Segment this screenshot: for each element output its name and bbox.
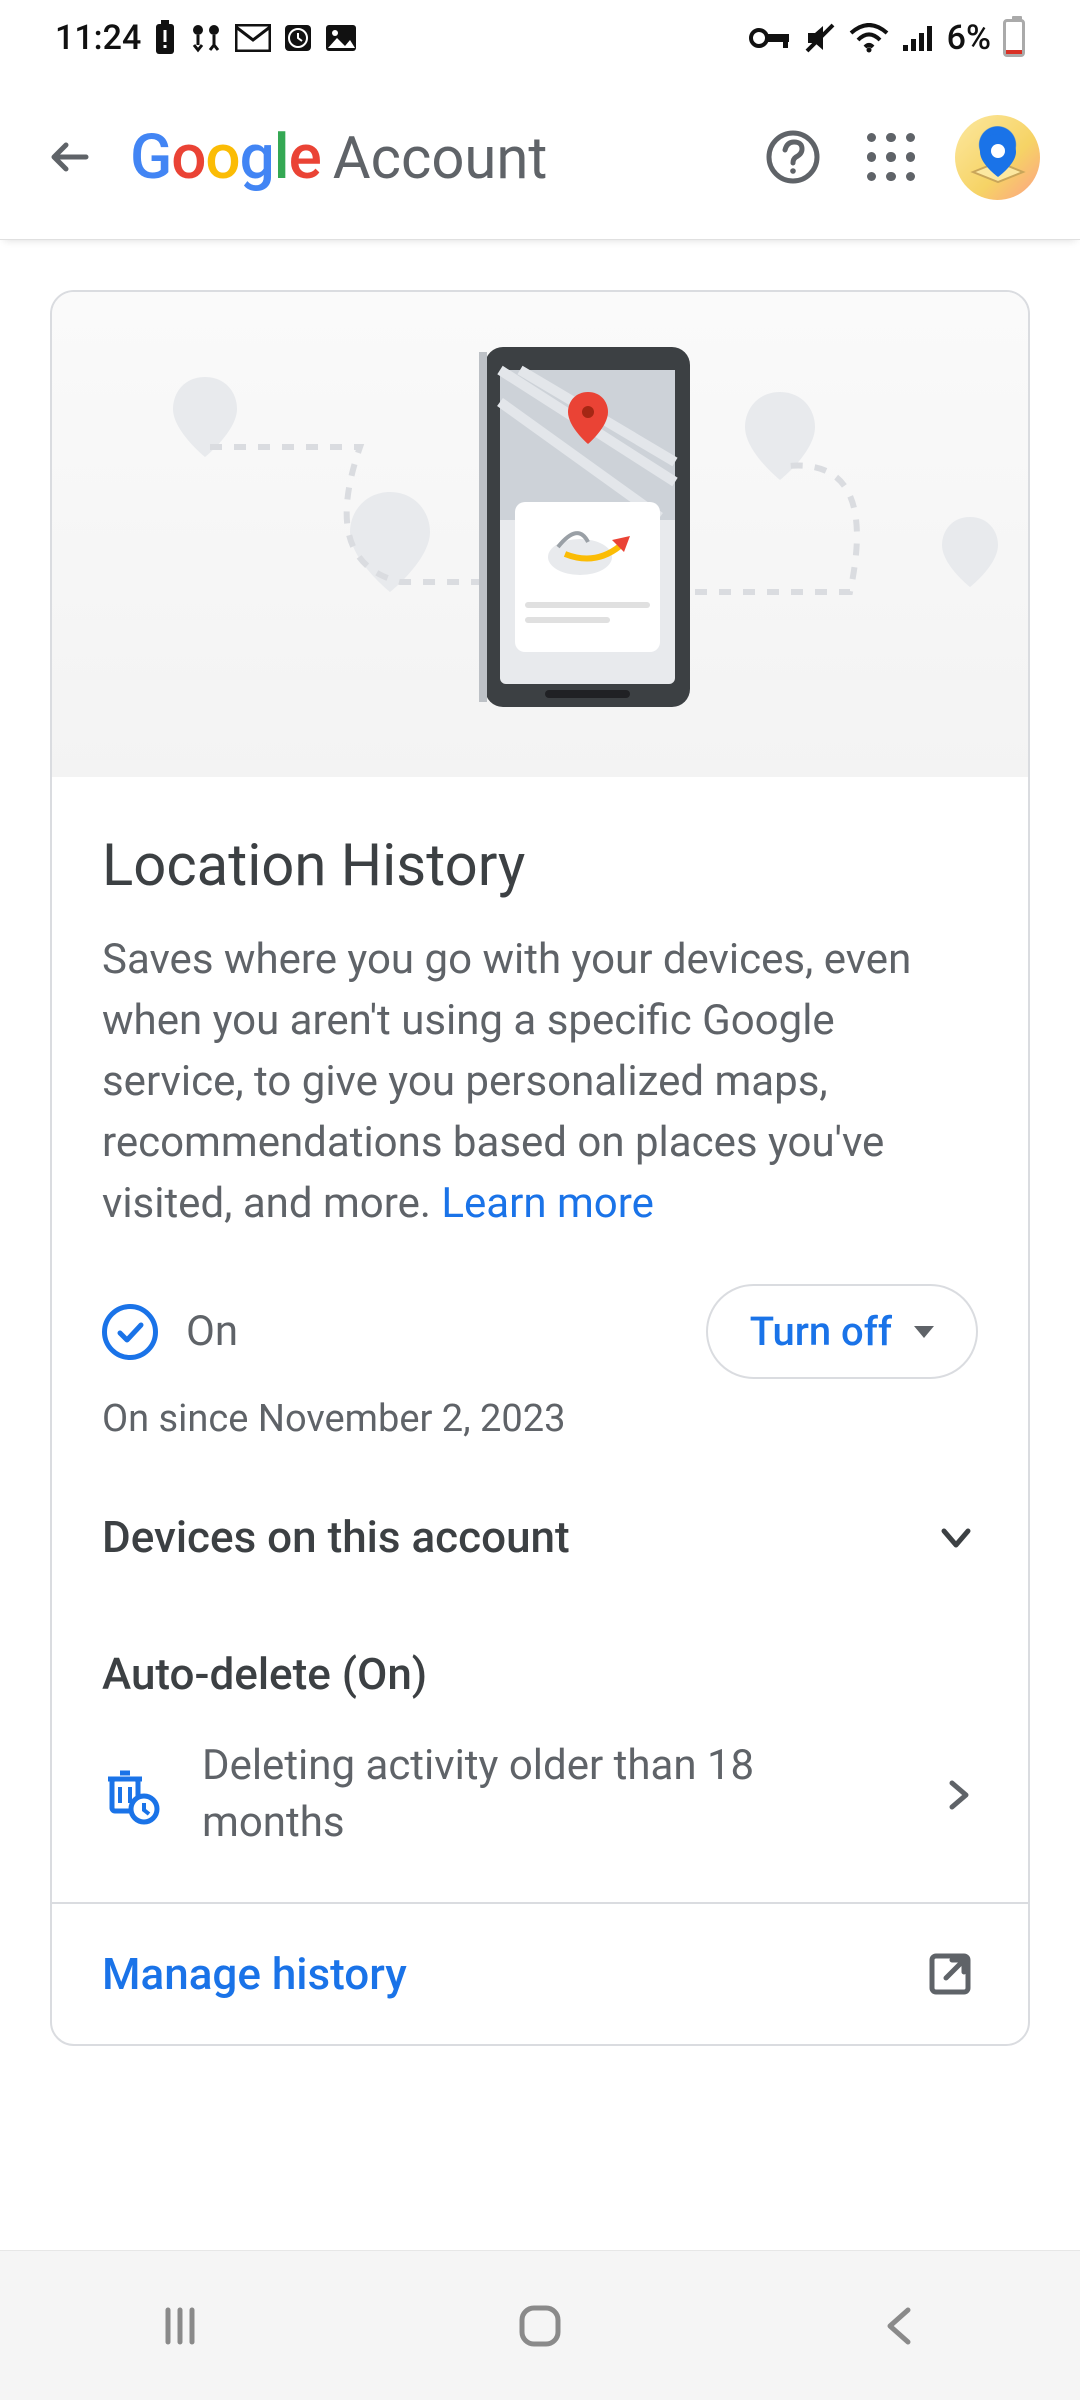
page-description: Saves where you go with your devices, ev… — [102, 930, 978, 1234]
card-content: Location History Saves where you go with… — [52, 777, 1028, 1902]
status-since: On since November 2, 2023 — [102, 1397, 978, 1441]
hero-illustration — [52, 292, 1028, 777]
autodelete-title: Auto-delete (On) — [102, 1648, 978, 1700]
learn-more-link[interactable]: Learn more — [441, 1179, 653, 1228]
manage-history-link[interactable]: Manage history — [102, 1948, 407, 2000]
nav-back[interactable] — [860, 2286, 940, 2366]
home-icon — [514, 2300, 566, 2352]
android-status-bar: 11:24 6% — [0, 0, 1080, 75]
gmail-icon — [235, 24, 271, 52]
nav-home[interactable] — [500, 2286, 580, 2366]
chevron-down-icon — [934, 1515, 978, 1559]
recents-icon — [156, 2302, 204, 2350]
help-button[interactable] — [759, 123, 827, 191]
arrow-left-icon — [46, 133, 94, 181]
battery-alert-icon — [153, 20, 177, 56]
mute-icon — [803, 21, 837, 55]
status-right: 6% — [749, 18, 1025, 58]
dropdown-caret-icon — [914, 1326, 934, 1338]
android-nav-bar — [0, 2250, 1080, 2400]
autodelete-row[interactable]: Deleting activity older than 18 months — [102, 1738, 978, 1851]
autodelete-detail: Deleting activity older than 18 months — [202, 1738, 898, 1851]
status-time: 11:24 — [55, 18, 141, 58]
data-sync-icon — [189, 21, 223, 55]
wifi-icon — [849, 23, 889, 53]
battery-icon — [1003, 19, 1025, 57]
apps-grid-icon — [861, 127, 921, 187]
check-icon — [114, 1316, 146, 1348]
back-icon — [878, 2304, 922, 2348]
trash-clock-icon — [102, 1765, 162, 1825]
battery-pct: 6% — [947, 18, 991, 58]
photo-icon — [325, 24, 357, 52]
status-on-label: On — [186, 1307, 238, 1356]
help-icon — [765, 129, 821, 185]
location-history-card: Location History Saves where you go with… — [50, 290, 1030, 2046]
avatar-maps-icon — [963, 122, 1033, 192]
vpn-key-icon — [749, 26, 791, 50]
card-footer: Manage history — [52, 1902, 1028, 2044]
status-left: 11:24 — [55, 18, 357, 58]
signal-icon — [901, 23, 935, 53]
open-external-icon[interactable] — [922, 1946, 978, 2002]
turn-off-button[interactable]: Turn off — [706, 1284, 978, 1379]
clock-square-icon — [283, 23, 313, 53]
devices-label: Devices on this account — [102, 1511, 570, 1563]
status-text-wrap: On — [186, 1307, 238, 1356]
app-bar: Google Account — [0, 75, 1080, 240]
apps-button[interactable] — [857, 123, 925, 191]
page-title: Location History — [102, 832, 978, 900]
account-avatar[interactable] — [955, 115, 1040, 200]
status-row: On Turn off — [102, 1284, 978, 1379]
turn-off-label: Turn off — [750, 1308, 892, 1355]
chevron-right-icon — [938, 1775, 978, 1815]
google-account-logo: Google Account — [130, 121, 547, 194]
status-on-icon — [102, 1304, 158, 1360]
account-word: Account — [333, 125, 548, 193]
devices-row[interactable]: Devices on this account — [102, 1511, 978, 1563]
page-content: Location History Saves where you go with… — [0, 240, 1080, 2096]
back-button[interactable] — [40, 127, 100, 187]
nav-recents[interactable] — [140, 2286, 220, 2366]
